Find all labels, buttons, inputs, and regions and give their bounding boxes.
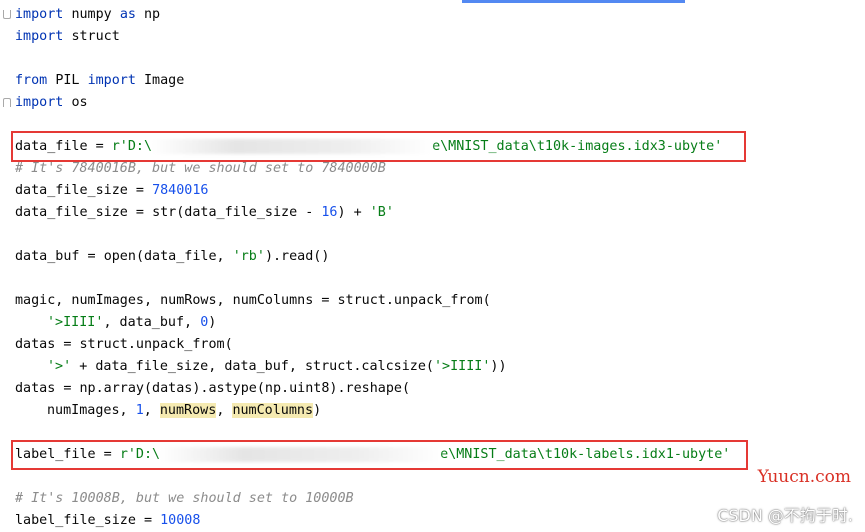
expression: , — [143, 403, 160, 418]
module-name: PIL — [55, 73, 80, 88]
redacted-path — [152, 138, 433, 154]
operator: = — [127, 183, 153, 198]
code-line-9: data_buf = open(data_file, 'rb').read() — [15, 246, 329, 268]
fold-end-marker-icon[interactable] — [3, 98, 11, 107]
keyword-as: as — [119, 7, 136, 22]
code-line-11: '>IIII', data_buf, 0) — [15, 312, 216, 334]
string-literal: 'rb' — [232, 249, 265, 264]
expression: numImages, — [47, 403, 136, 418]
operator: = — [95, 447, 120, 462]
module-alias: np — [144, 7, 161, 22]
code-line-15: numImages, 1, numRows, numColumns) — [15, 400, 321, 422]
code-line-3: from PIL import Image — [15, 70, 184, 92]
expression: ) — [208, 315, 217, 330]
operator: = — [135, 513, 161, 528]
builtin-call: str — [152, 205, 177, 220]
expression: (data_file_size - — [176, 205, 322, 220]
code-line-10: magic, numImages, numRows, numColumns = … — [15, 293, 491, 308]
keyword-import: import — [15, 7, 64, 22]
code-line-13: '>' + data_file_size, data_buf, struct.c… — [15, 356, 507, 378]
fold-marker-icon[interactable] — [3, 10, 11, 19]
string-literal: '>IIII' — [433, 359, 491, 374]
scrollbar-thumb[interactable] — [462, 0, 685, 3]
expression: + data_file_size, data_buf, struct.calcs… — [71, 359, 434, 374]
code-line-1: import numpy as np — [15, 4, 160, 26]
code-line-18: label_file_size = 10008 — [15, 510, 200, 532]
string-literal: e\MNIST_data\t10k-images.idx3-ubyte' — [432, 139, 723, 154]
code-line-8: data_file_size = str(data_file_size - 16… — [15, 202, 394, 224]
builtin-call: open — [103, 249, 136, 264]
variable-name: label_file_size — [15, 513, 136, 528]
variable-name: data_file_size — [15, 183, 128, 198]
code-editor[interactable]: import numpy as np import struct from PI… — [3, 4, 865, 532]
string-literal: '>IIII' — [47, 315, 104, 330]
code-line-16: label_file = r'D:\ e\MNIST_data\t10k-labe… — [15, 444, 730, 466]
code-line-12: datas = struct.unpack_from( — [15, 337, 233, 352]
code-line-2: import struct — [15, 26, 120, 48]
string-literal: 'B' — [369, 205, 394, 220]
string-literal: r'D:\ — [111, 139, 153, 154]
expression: , — [216, 403, 233, 418]
string-literal: '>' — [47, 359, 72, 374]
expression: ).read() — [264, 249, 330, 264]
csdn-watermark: CSDN @不拘于时. — [717, 506, 853, 525]
code-line-5: data_file = r'D:\ e\MNIST_data\t10k-image… — [15, 136, 722, 158]
code-line-6: # It's 7840016B, but we should set to 78… — [15, 161, 386, 176]
number-literal: 10008 — [160, 513, 201, 528]
string-literal: e\MNIST_data\t10k-labels.idx1-ubyte' — [440, 447, 731, 462]
module-name: numpy — [71, 7, 112, 22]
string-literal: r'D:\ — [119, 447, 161, 462]
highlighted-usage: numColumns — [232, 403, 314, 418]
expression: , data_buf, — [103, 315, 201, 330]
brand-watermark: Yuucn.com — [757, 467, 851, 487]
expression: ) — [313, 403, 322, 418]
variable-name: data_file — [15, 139, 88, 154]
redacted-path — [160, 446, 441, 462]
assignment: data_buf = — [15, 249, 104, 264]
code-line-4: import os — [15, 92, 88, 114]
highlighted-usage: numRows — [159, 403, 217, 418]
code-line-14: datas = np.array(datas).astype(np.uint8)… — [15, 381, 411, 396]
keyword-import: import — [15, 29, 64, 44]
number-literal: 16 — [321, 205, 338, 220]
import-name: Image — [144, 73, 185, 88]
keyword-import: import — [15, 95, 64, 110]
code-line-17: # It's 10008B, but we should set to 1000… — [15, 491, 354, 506]
code-line-7: data_file_size = 7840016 — [15, 180, 209, 202]
number-literal: 1 — [135, 403, 144, 418]
variable-name: label_file — [15, 447, 96, 462]
expression: (data_file, — [135, 249, 233, 264]
operator: = — [87, 139, 112, 154]
number-literal: 7840016 — [152, 183, 209, 198]
module-name: struct — [71, 29, 120, 44]
expression: ) + — [337, 205, 370, 220]
assignment: data_file_size = — [15, 205, 153, 220]
expression: )) — [490, 359, 507, 374]
keyword-import: import — [87, 73, 136, 88]
keyword-from: from — [15, 73, 48, 88]
module-name: os — [71, 95, 88, 110]
